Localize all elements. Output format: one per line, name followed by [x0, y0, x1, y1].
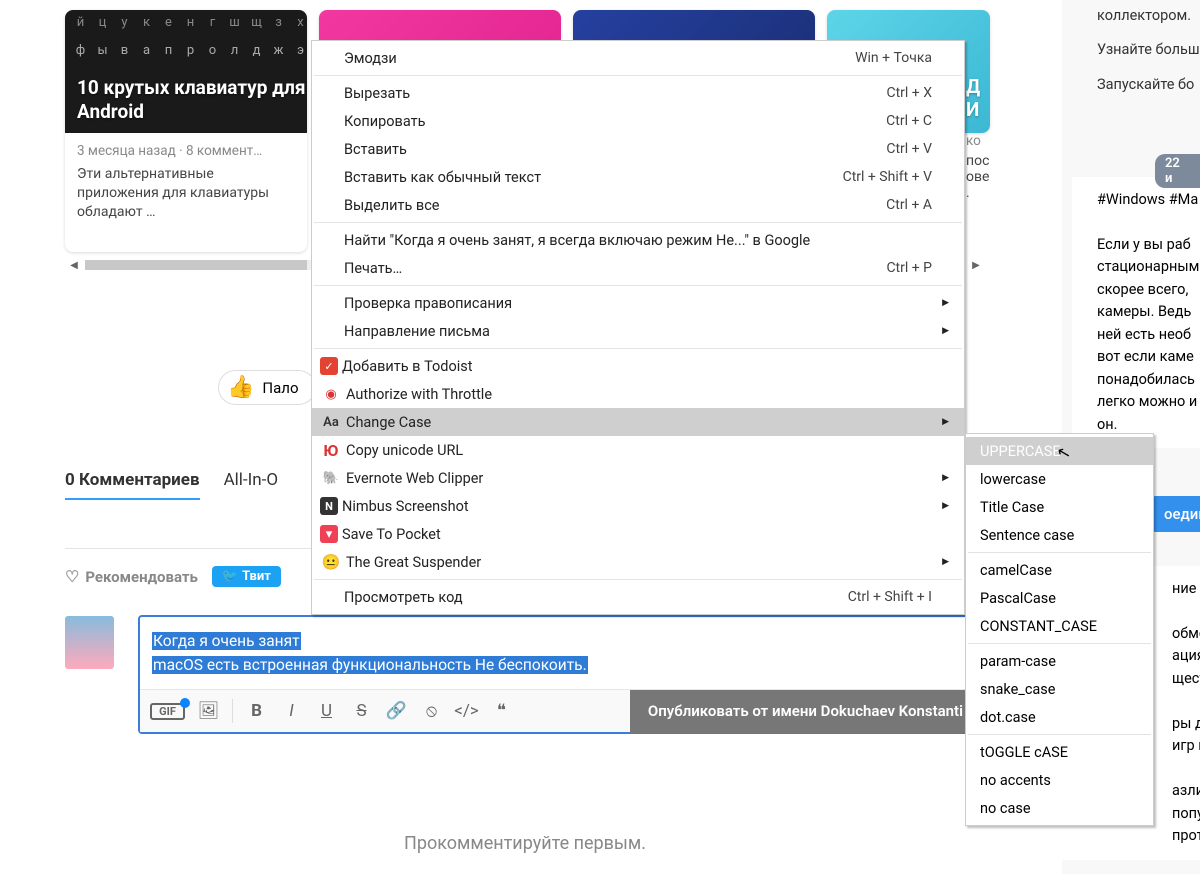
context-menu-item[interactable]: ▾Save To Pocket — [312, 520, 964, 548]
submenu-item[interactable]: tOGGLE cASE — [966, 738, 1153, 766]
tab-allinone[interactable]: All-In-O — [224, 470, 278, 500]
chevron-right-icon: ▶ — [942, 417, 949, 427]
card-image: йцукенгшщзх фывапролджэ 10 крутых клавиа… — [65, 10, 307, 133]
underline-button[interactable]: U — [309, 701, 344, 721]
submenu-item[interactable]: CONSTANT_CASE — [966, 612, 1153, 640]
context-menu: ЭмодзиWin + Точка ВырезатьCtrl + XКопиров… — [311, 40, 965, 615]
context-menu-item[interactable]: ЮCopy unicode URL — [312, 436, 964, 464]
selected-text-line2: macOS есть встроенная функциональность Н… — [152, 656, 588, 674]
scroll-left-button[interactable]: ◀ — [65, 258, 83, 272]
reaction-label: Пало — [262, 379, 298, 397]
chevron-right-icon: ▶ — [942, 501, 949, 511]
bold-button[interactable]: B — [239, 701, 274, 721]
context-menu-item[interactable]: ВставитьCtrl + V — [312, 135, 964, 163]
context-submenu: UPPERCASElowercaseTitle CaseSentence cas… — [965, 433, 1154, 826]
context-menu-item[interactable]: 😐The Great Suspender▶ — [312, 548, 964, 576]
submenu-item[interactable]: param-case — [966, 647, 1153, 675]
italic-button[interactable]: I — [274, 701, 309, 721]
scroll-right-button[interactable]: ▶ — [967, 258, 985, 272]
code-button[interactable]: </> — [449, 701, 484, 721]
chevron-right-icon: ▶ — [942, 298, 949, 308]
submenu-item[interactable]: snake_case — [966, 675, 1153, 703]
context-menu-item[interactable]: Выделить всеCtrl + A — [312, 191, 964, 219]
publish-button[interactable]: Опубликовать от имени Dokuchaev Konstant… — [630, 690, 981, 733]
image-button[interactable]: 🖼 — [191, 701, 226, 721]
tweet-button[interactable]: 🐦 Твит — [212, 566, 281, 587]
context-menu-item[interactable]: ✓Добавить в Todoist — [312, 352, 964, 380]
submenu-item[interactable]: Sentence case — [966, 521, 1153, 549]
card-title: 10 крутых клавиатур для Android — [77, 76, 307, 125]
sidebar-block: #Windows #Ma Если у вы рабстационарнымск… — [1072, 177, 1200, 448]
nimbus-icon: N — [320, 497, 338, 515]
submenu-item[interactable]: PascalCase — [966, 584, 1153, 612]
quote-button[interactable]: ❝ — [484, 701, 519, 721]
context-menu-item[interactable]: ◉Authorize with Throttle — [312, 380, 964, 408]
chevron-right-icon: ▶ — [942, 326, 949, 336]
card-body-partial: ко пос ове . — [966, 133, 1046, 201]
notification-dot-icon — [180, 698, 190, 708]
todoist-icon: ✓ — [320, 357, 338, 375]
case-icon: Aa — [320, 413, 342, 431]
sidebar-badge: 22 и — [1155, 154, 1200, 188]
pocket-icon: ▾ — [320, 525, 338, 543]
comment-actions: ♡ Рекомендовать 🐦 Твит — [65, 566, 281, 587]
first-comment-placeholder: Прокомментируйте первым. — [65, 833, 985, 854]
context-menu-item[interactable]: Проверка правописания▶ — [312, 289, 964, 317]
unicode-icon: Ю — [320, 441, 342, 459]
context-menu-item[interactable]: AaChange Case▶ — [312, 408, 964, 436]
context-menu-item[interactable]: КопироватьCtrl + C — [312, 107, 964, 135]
chevron-right-icon: ▶ — [942, 557, 949, 567]
chevron-right-icon: ▶ — [942, 473, 949, 483]
heart-icon: ♡ — [65, 567, 79, 586]
recommend-button[interactable]: ♡ Рекомендовать — [65, 567, 198, 586]
editor-toolbar: GIF 🖼 B I U S 🔗 ⦸ </> ❝ Опубликовать от … — [140, 689, 981, 732]
reaction-button[interactable]: 👍 Пало — [218, 370, 316, 405]
context-menu-item[interactable]: ВырезатьCtrl + X — [312, 79, 964, 107]
card-title-partial: ДИ — [966, 75, 980, 121]
tab-comments[interactable]: 0 Комментариев — [65, 470, 200, 500]
context-menu-item[interactable]: Направление письма▶ — [312, 317, 964, 345]
thumbs-up-icon: 👍 — [227, 375, 254, 400]
editor-textarea[interactable]: Когда я очень занят macOS есть встроенна… — [140, 617, 981, 689]
selected-text-line1: Когда я очень занят — [152, 632, 301, 650]
user-avatar — [65, 616, 114, 669]
gif-button[interactable]: GIF — [150, 703, 185, 720]
card-meta: 3 месяца назад · 8 коммент… — [77, 143, 295, 159]
context-menu-item[interactable]: Вставить как обычный текстCtrl + Shift +… — [312, 163, 964, 191]
submenu-item[interactable]: lowercase — [966, 465, 1153, 493]
spoiler-button[interactable]: ⦸ — [414, 701, 449, 721]
comments-tabs: 0 Комментариев All-In-O — [65, 470, 278, 500]
context-menu-item[interactable]: NNimbus Screenshot▶ — [312, 492, 964, 520]
submenu-item[interactable]: no case — [966, 794, 1153, 822]
join-button[interactable]: оедини — [1150, 496, 1200, 532]
twitter-icon: 🐦 — [222, 569, 238, 584]
submenu-item[interactable]: camelCase — [966, 556, 1153, 584]
context-menu-item[interactable]: Печать…Ctrl + P — [312, 254, 964, 282]
card-description: Эти альтернативные приложения для клавиа… — [77, 165, 295, 222]
throttle-icon: ◉ — [320, 385, 342, 403]
scroll-thumb[interactable] — [85, 260, 307, 270]
evernote-icon: 🐘 — [320, 469, 342, 487]
context-menu-item[interactable]: ЭмодзиWin + Точка — [312, 44, 964, 72]
submenu-item[interactable]: dot.case — [966, 703, 1153, 731]
article-card[interactable]: йцукенгшщзх фывапролджэ 10 крутых клавиа… — [65, 10, 307, 252]
context-menu-item[interactable]: Найти "Когда я очень занят, я всегда вкл… — [312, 226, 964, 254]
comment-editor[interactable]: Когда я очень занят macOS есть встроенна… — [138, 615, 983, 734]
submenu-item[interactable]: Title Case — [966, 493, 1153, 521]
strikethrough-button[interactable]: S — [344, 701, 379, 721]
context-menu-item[interactable]: Просмотреть кодCtrl + Shift + I — [312, 583, 964, 611]
context-menu-item[interactable]: 🐘Evernote Web Clipper▶ — [312, 464, 964, 492]
link-button[interactable]: 🔗 — [379, 701, 414, 721]
submenu-item[interactable]: no accents — [966, 766, 1153, 794]
suspender-icon: 😐 — [320, 553, 342, 571]
